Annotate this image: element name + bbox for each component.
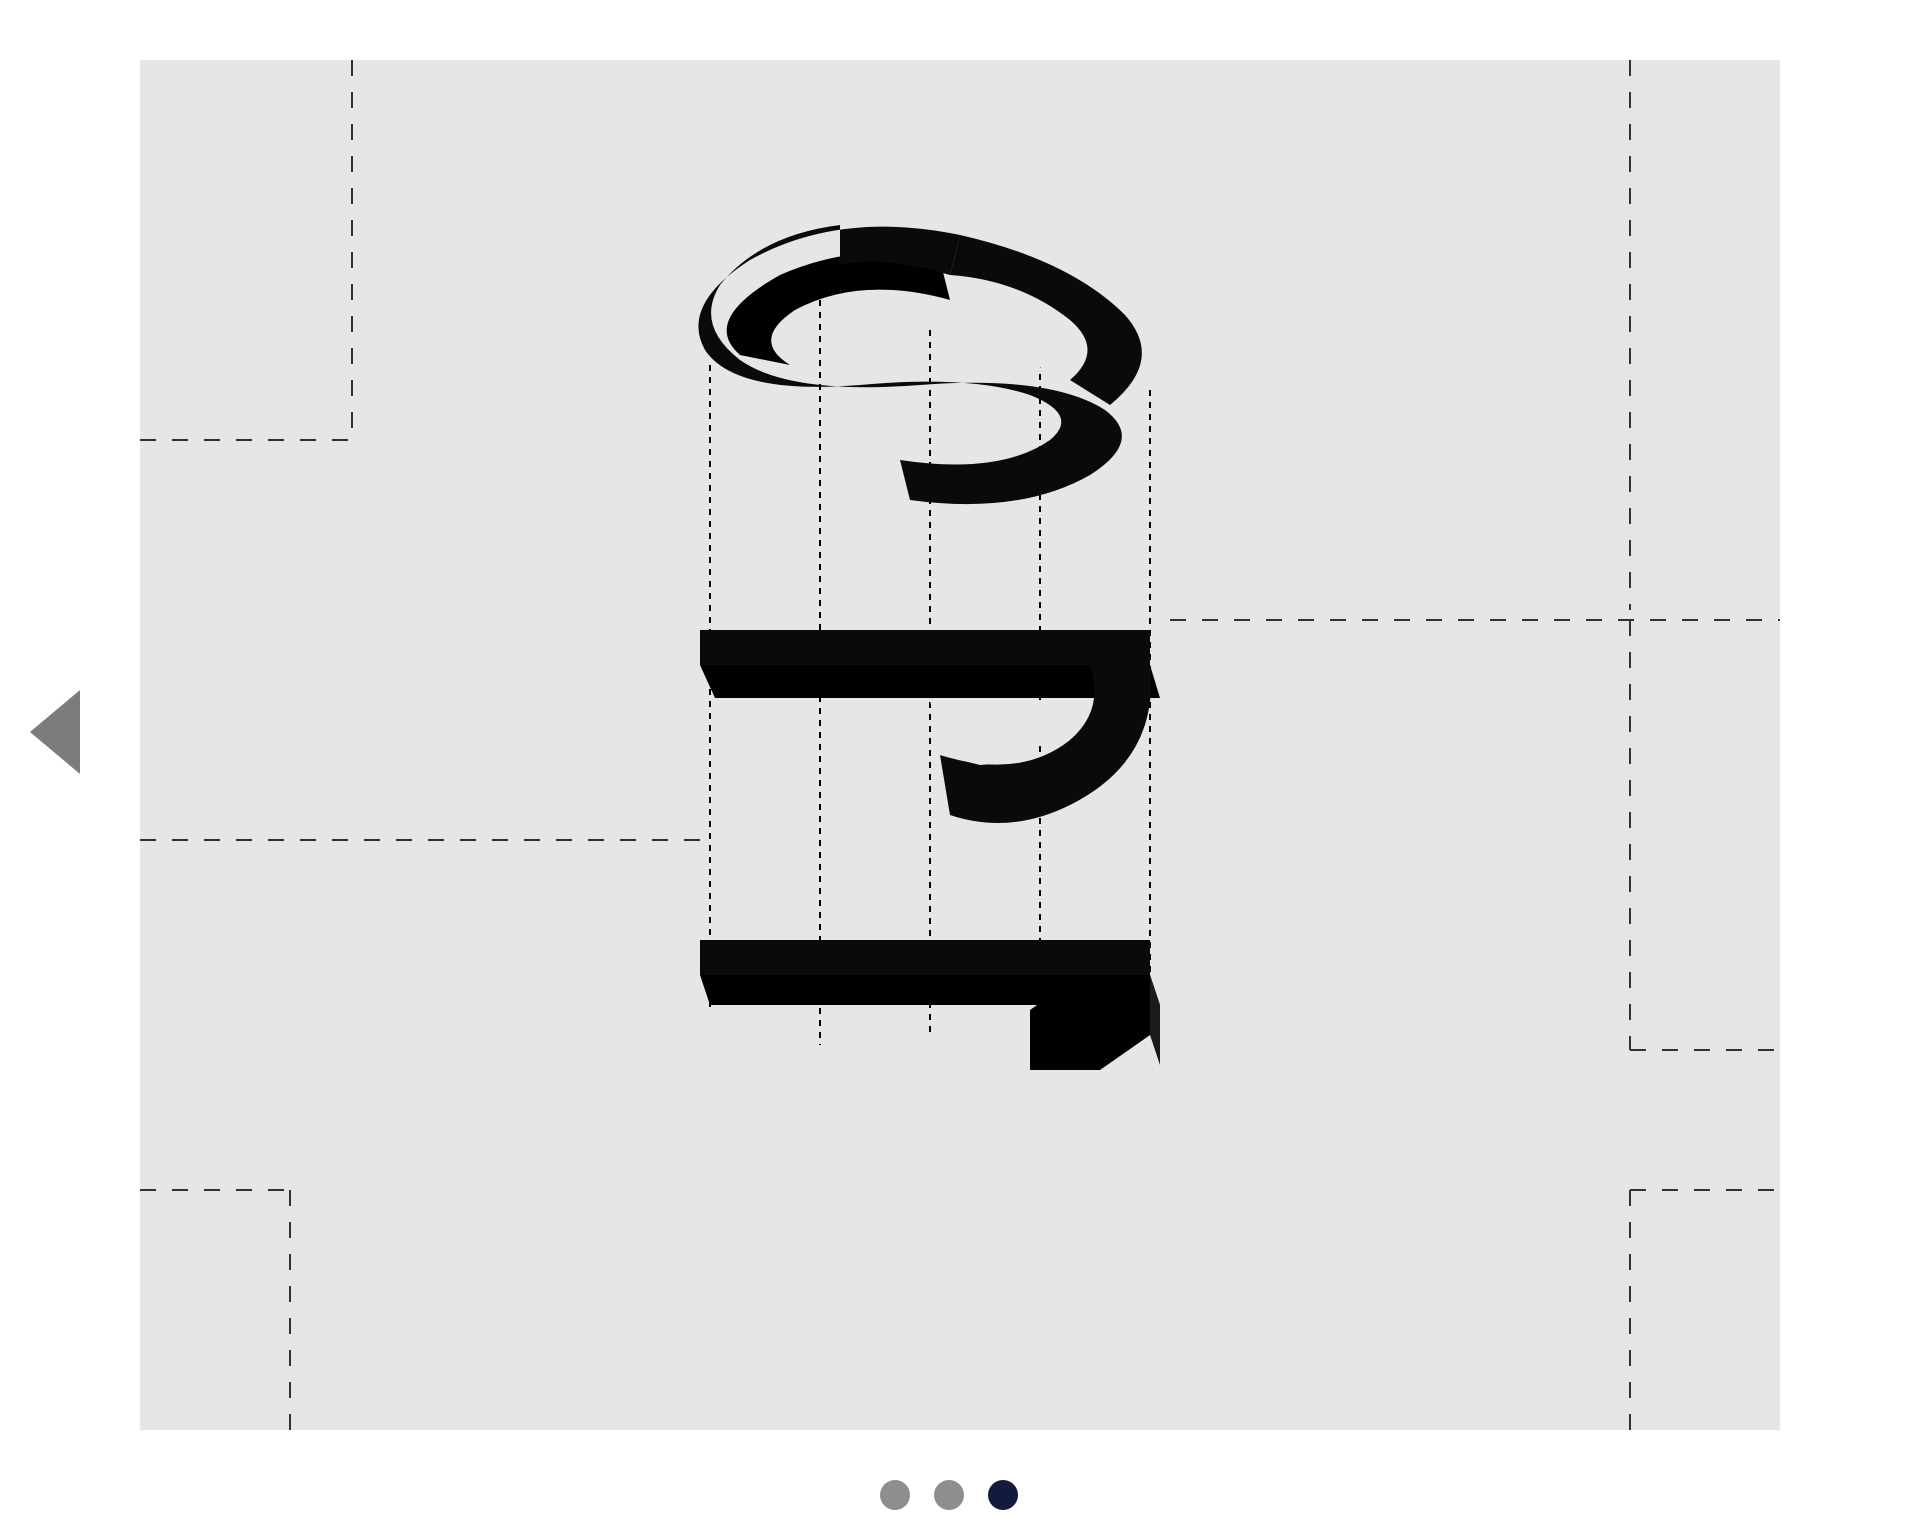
carousel-dot-1[interactable]	[880, 1480, 910, 1510]
letter-L	[700, 940, 1160, 1070]
carousel-dot-3[interactable]	[988, 1480, 1018, 1510]
slide-stage	[140, 60, 1780, 1430]
letter-S	[698, 225, 1141, 504]
carousel-dots	[880, 1480, 1018, 1510]
carousel-prev-arrow[interactable]	[30, 690, 80, 774]
slide-graphic	[140, 60, 1780, 1430]
carousel-dot-2[interactable]	[934, 1480, 964, 1510]
